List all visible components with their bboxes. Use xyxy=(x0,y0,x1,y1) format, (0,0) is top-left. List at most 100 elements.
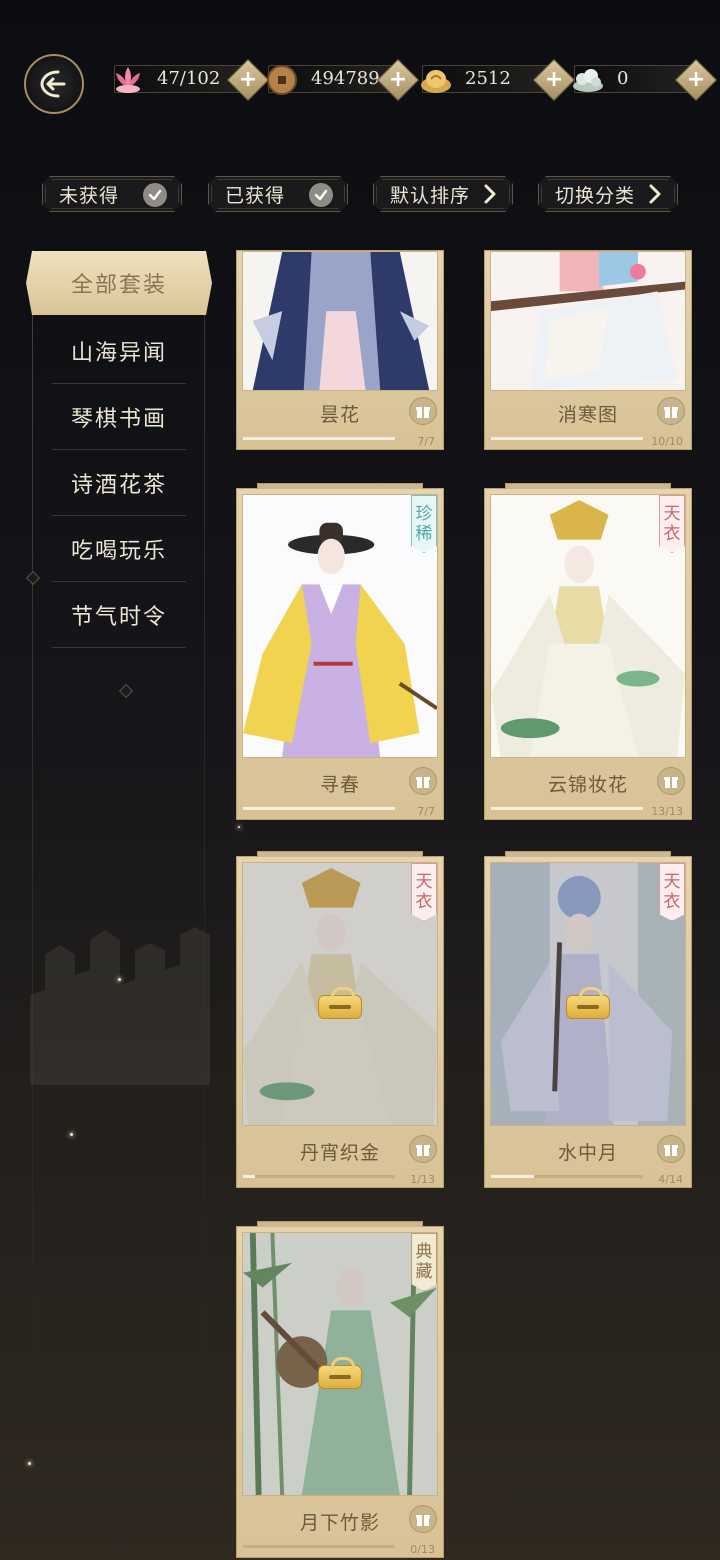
rarity-badge: 典藏 xyxy=(411,1233,437,1291)
back-button[interactable] xyxy=(24,54,84,114)
chevron-right-icon xyxy=(482,182,498,206)
sidebar-item-qinqi[interactable]: 琴棋书画 xyxy=(52,384,186,450)
sort-button[interactable]: 默认排序 xyxy=(373,176,513,212)
progress-count: 13/13 xyxy=(651,805,683,818)
sparkle xyxy=(70,1133,73,1136)
filter-label: 未获得 xyxy=(59,184,120,207)
gift-icon[interactable] xyxy=(657,1135,685,1163)
rarity-badge: 天衣 xyxy=(659,495,685,553)
plus-icon: + xyxy=(238,67,258,92)
outfit-card[interactable]: 天衣 丹宵织金 1/13 xyxy=(236,851,444,1188)
lotus-icon xyxy=(116,67,140,93)
chevron-right-icon xyxy=(647,182,663,206)
outfit-card[interactable]: 典藏 月下竹影 0/13 xyxy=(236,1221,444,1558)
currency-jade: 0 + xyxy=(573,58,718,102)
sidebar-item-shijiu[interactable]: 诗酒花茶 xyxy=(52,450,186,516)
lock-icon xyxy=(318,1357,362,1389)
progress-fill xyxy=(491,1175,535,1178)
badge-text: 天衣 xyxy=(663,872,681,912)
gift-icon[interactable] xyxy=(409,397,437,425)
lock-icon xyxy=(318,987,362,1019)
sidebar-item-chihe[interactable]: 吃喝玩乐 xyxy=(52,516,186,582)
rarity-badge: 天衣 xyxy=(659,863,685,921)
gift-icon[interactable] xyxy=(409,1135,437,1163)
progress-count: 4/14 xyxy=(658,1173,683,1186)
sidebar-divider xyxy=(32,250,33,1400)
currency-gold: 2512 + xyxy=(421,58,576,102)
filter-label: 已获得 xyxy=(225,184,286,207)
filter-label: 默认排序 xyxy=(390,184,471,207)
outfit-illustration xyxy=(242,494,438,758)
filter-unobtained[interactable]: 未获得 xyxy=(42,176,182,212)
gift-icon[interactable] xyxy=(409,1505,437,1533)
progress-bar xyxy=(491,437,643,440)
progress-bar xyxy=(243,1175,395,1178)
plus-icon: + xyxy=(388,67,408,92)
currency-value: 2512 xyxy=(465,68,511,89)
progress-fill xyxy=(243,807,395,810)
card-tab xyxy=(505,851,671,857)
currency-copper: 494789 + xyxy=(267,58,420,102)
card-tab xyxy=(257,1221,423,1227)
check-icon xyxy=(309,183,333,207)
currency-value: 47/102 xyxy=(157,68,221,89)
badge-text: 珍稀 xyxy=(415,504,433,544)
outfit-card[interactable]: 天衣 水中月 4/14 xyxy=(484,851,692,1188)
outfit-illustration xyxy=(490,494,686,758)
progress-bar xyxy=(243,1545,395,1548)
back-arrow-icon xyxy=(40,70,66,98)
card-tab xyxy=(505,483,671,489)
gift-icon[interactable] xyxy=(657,767,685,795)
filter-obtained[interactable]: 已获得 xyxy=(208,176,348,212)
badge-text: 天衣 xyxy=(663,504,681,544)
progress-fill xyxy=(243,437,395,440)
progress-count: 7/7 xyxy=(417,435,435,448)
copper-coin-icon xyxy=(267,65,297,95)
plus-icon: + xyxy=(686,67,706,92)
city-silhouette xyxy=(30,927,210,1085)
ornament-diamond xyxy=(25,570,41,586)
progress-count: 0/13 xyxy=(410,1543,435,1556)
sidebar-item-shanhai[interactable]: 山海异闻 xyxy=(52,318,186,384)
outfit-card[interactable]: 昙花 7/7 xyxy=(236,250,444,450)
ornament-diamond xyxy=(118,683,134,699)
gift-icon[interactable] xyxy=(409,767,437,795)
switch-category-button[interactable]: 切换分类 xyxy=(538,176,678,212)
sidebar-item-all-sets[interactable]: 全部套装 xyxy=(26,251,212,315)
progress-bar xyxy=(491,1175,643,1178)
rarity-badge: 珍稀 xyxy=(411,495,437,553)
jade-cloud-icon xyxy=(573,69,603,92)
badge-text: 典藏 xyxy=(415,1242,433,1282)
sparkle xyxy=(28,1462,31,1465)
outfit-card[interactable]: 天衣 云锦妆花 13/13 xyxy=(484,483,692,820)
filter-label: 切换分类 xyxy=(555,184,636,207)
outfit-card[interactable]: 消寒图 10/10 xyxy=(484,250,692,450)
progress-bar xyxy=(491,807,643,810)
rarity-badge: 天衣 xyxy=(411,863,437,921)
progress-count: 1/13 xyxy=(410,1173,435,1186)
currency-value: 494789 xyxy=(311,68,380,89)
progress-bar xyxy=(243,807,395,810)
progress-fill xyxy=(243,1175,255,1178)
outfit-illustration xyxy=(490,251,686,391)
sidebar-item-label: 全部套装 xyxy=(70,273,167,298)
plus-icon: + xyxy=(544,67,564,92)
outfit-card[interactable]: 珍稀 寻春 7/7 xyxy=(236,483,444,820)
progress-fill xyxy=(491,437,643,440)
progress-bar xyxy=(243,437,395,440)
card-tab xyxy=(257,483,423,489)
currency-value: 0 xyxy=(617,68,629,89)
badge-text: 天衣 xyxy=(415,872,433,912)
progress-count: 7/7 xyxy=(417,805,435,818)
currency-lotus: 47/102 + xyxy=(114,58,270,102)
sparkle xyxy=(118,978,121,981)
progress-fill xyxy=(491,807,643,810)
progress-count: 10/10 xyxy=(651,435,683,448)
add-copper-button[interactable]: + xyxy=(376,58,420,102)
gift-icon[interactable] xyxy=(657,397,685,425)
sidebar-item-jieqi[interactable]: 节气时令 xyxy=(52,582,186,648)
add-jade-button[interactable]: + xyxy=(674,58,718,102)
check-icon xyxy=(143,183,167,207)
outfit-illustration xyxy=(242,251,438,391)
sparkle xyxy=(238,826,240,828)
